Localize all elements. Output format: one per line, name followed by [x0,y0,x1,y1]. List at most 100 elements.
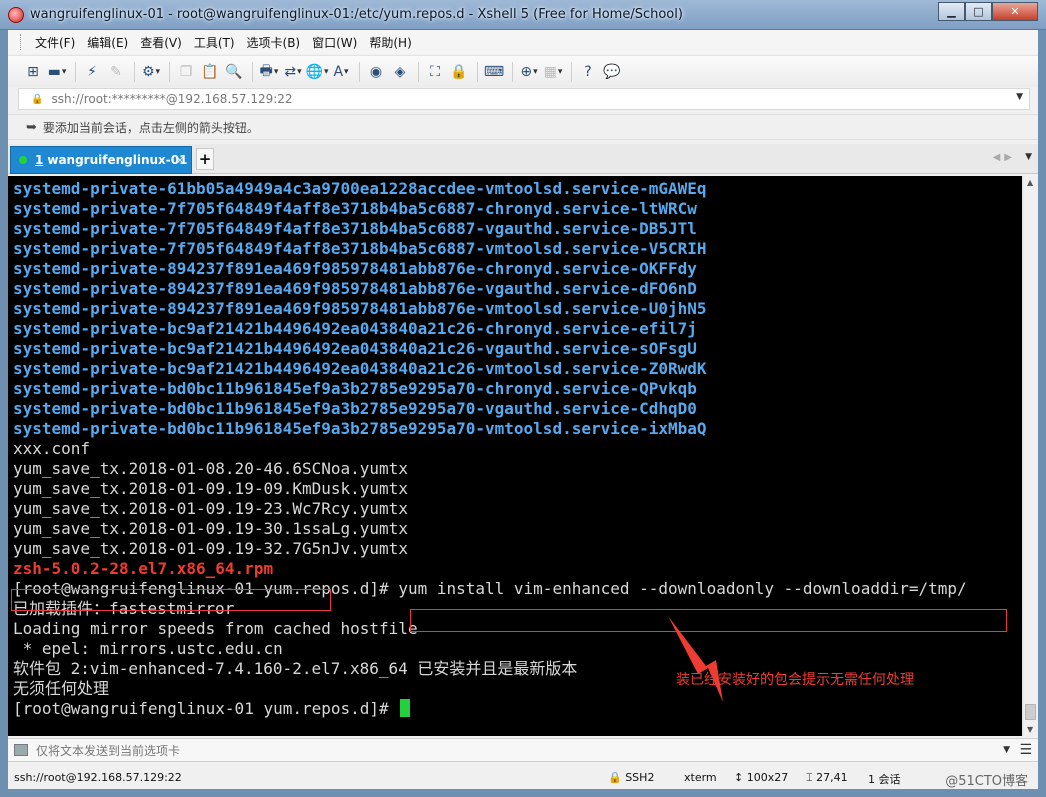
tab-close-icon[interactable]: × [175,153,185,167]
close-button[interactable]: ✕ [992,2,1038,21]
disconnect-icon[interactable]: ✎ [105,61,127,83]
rpm-highlight-box [11,589,331,611]
address-bar[interactable]: 🔒 ssh://root:*********@192.168.57.129:22… [18,88,1030,110]
terminal-line: systemd-private-bd0bc11b961845ef9a3b2785… [13,419,1022,439]
minimize-button[interactable]: ▁ [938,2,965,21]
terminal-line: systemd-private-7f705f64849f4aff8e3718b4… [13,219,1022,239]
globe-icon[interactable]: 🌐 [306,61,328,83]
scroll-up-icon[interactable]: ▲ [1027,178,1033,187]
terminal-line: yum_save_tx.2018-01-09.19-09.KmDusk.yumt… [13,479,1022,499]
menu-edit[interactable]: 编辑(E) [81,34,134,51]
terminal-line: systemd-private-bd0bc11b961845ef9a3b2785… [13,379,1022,399]
menu-view[interactable]: 查看(V) [134,34,188,51]
watermark: @51CTO博客 [945,774,1028,789]
status-cursor-position: ⌶ 27,41 [806,771,848,784]
terminal-line-text: systemd-private-bd0bc11b961845ef9a3b2785… [13,379,697,398]
app-client-area: 文件(F) 编辑(E) 查看(V) 工具(T) 选项卡(B) 窗口(W) 帮助(… [8,30,1038,789]
terminal-line: systemd-private-61bb05a4949a4c3a9700ea12… [13,179,1022,199]
xftp-icon[interactable]: ◈ [389,61,411,83]
open-folder-icon[interactable]: ▬ [46,61,68,83]
status-terminal-type: xterm [684,771,717,784]
toolbar-separator [571,61,572,82]
annotation-text: 装已经安装好的包会提示无需任何处理 [676,672,914,688]
add-tab-button[interactable]: + [196,148,214,170]
terminal-cursor [400,699,411,717]
font-icon[interactable]: A [330,61,352,83]
menu-help[interactable]: 帮助(H) [363,34,417,51]
address-dropdown-icon[interactable]: ▼ [1016,92,1023,102]
reconnect-icon[interactable]: ⚡ [81,61,103,83]
tab-number: 1 [35,153,44,167]
terminal-line-text: [root@wangruifenglinux-01 yum.repos.d]# [13,699,399,718]
terminal-line: systemd-private-bc9af21421b4496492ea0438… [13,359,1022,379]
maximize-button[interactable]: □ [965,2,992,21]
new-session-icon[interactable]: ⊞ [22,61,44,83]
transfer-icon[interactable]: ⇄ [282,61,304,83]
compose-bar[interactable]: 仅将文本发送到当前选项卡 ▼ ☰ [8,738,1038,762]
terminal-line-text: 无须任何处理 [13,679,110,698]
terminal-line: zsh-5.0.2-28.el7.x86_64.rpm [13,559,1022,579]
terminal-lines: systemd-private-61bb05a4949a4c3a9700ea12… [13,179,1022,719]
menu-tabs[interactable]: 选项卡(B) [241,34,307,51]
terminal-line: systemd-private-894237f891ea469f98597848… [13,279,1022,299]
compose-menu-icon[interactable]: ☰ [1019,742,1032,758]
toolbar-separator [75,61,76,82]
print-icon[interactable]: 🖶 [258,61,280,83]
terminal-line-text: systemd-private-894237f891ea469f98597848… [13,299,707,318]
add-session-arrow-icon[interactable]: ➥ [26,120,37,135]
connected-status-icon [19,156,27,164]
terminal-line-text: systemd-private-bc9af21421b4496492ea0438… [13,339,697,358]
properties-icon[interactable]: ⚙ [140,61,162,83]
menu-grip [20,34,23,50]
address-value[interactable]: ssh://root:*********@192.168.57.129:22 [51,92,292,106]
terminal-line-text: systemd-private-894237f891ea469f98597848… [13,259,697,278]
fullscreen-icon[interactable]: ⛶ [424,61,446,83]
tab-scroll-arrows-icon[interactable]: ◀▶ [993,152,1016,163]
scroll-thumb[interactable] [1025,704,1036,720]
tab-menu-dropdown-icon[interactable]: ▼ [1025,152,1032,162]
status-position-text: 27,41 [816,771,848,784]
toolbar: ⊞ ▬ ⚡ ✎ ⚙ ❐ 📋 🔍 🖶 ⇄ 🌐 A ◉ ◈ ⛶ 🔒 ⌨ ⊕ ▦ ? … [8,55,1038,87]
paste-icon[interactable]: 📋 [199,61,221,83]
terminal-line: systemd-private-894237f891ea469f98597848… [13,259,1022,279]
chat-icon[interactable]: 💬 [601,61,623,83]
keyboard-icon[interactable]: ⌨ [483,61,505,83]
toolbar-separator [512,61,513,82]
compose-input[interactable]: 仅将文本发送到当前选项卡 [36,742,180,759]
xshell-app-icon[interactable] [8,7,24,23]
session-hint-text: 要添加当前会话，点击左侧的箭头按钮。 [42,120,259,135]
status-connection: ssh://root@192.168.57.129:22 [14,771,182,784]
layout-icon[interactable]: ▦ [542,61,564,83]
status-size: ↕ 100x27 [734,771,789,784]
lock-icon[interactable]: 🔒 [448,61,470,83]
menu-window[interactable]: 窗口(W) [306,34,363,51]
script-icon[interactable]: ◉ [365,61,387,83]
compose-dropdown-icon[interactable]: ▼ [1003,745,1010,755]
terminal-line-text: systemd-private-7f705f64849f4aff8e3718b4… [13,239,707,258]
terminal-line-text: * epel: mirrors.ustc.edu.cn [13,639,283,658]
status-protocol-text: SSH2 [625,771,655,784]
new-tab-icon[interactable]: ⊕ [518,61,540,83]
terminal-line-text: systemd-private-bc9af21421b4496492ea0438… [13,319,697,338]
menu-tools[interactable]: 工具(T) [188,34,241,51]
terminal-line-text: systemd-private-bd0bc11b961845ef9a3b2785… [13,399,697,418]
compose-icon [14,744,28,756]
terminal-line-text: systemd-private-bd0bc11b961845ef9a3b2785… [13,419,707,438]
terminal-line-text: systemd-private-7f705f64849f4aff8e3718b4… [13,219,697,238]
status-sessions: 1 会话 [868,773,901,786]
terminal-line: yum_save_tx.2018-01-09.19-32.7G5nJv.yumt… [13,539,1022,559]
tab-label: wangruifenglinux-01 [47,153,188,167]
tab-session[interactable]: 1 wangruifenglinux-01 × [10,146,192,174]
terminal-line: systemd-private-bd0bc11b961845ef9a3b2785… [13,399,1022,419]
terminal-output[interactable]: systemd-private-61bb05a4949a4c3a9700ea12… [8,176,1022,736]
scroll-down-icon[interactable]: ▼ [1027,725,1033,734]
menu-file[interactable]: 文件(F) [29,34,81,51]
terminal-scrollbar[interactable]: ▲ ▼ [1022,176,1038,736]
find-icon[interactable]: 🔍 [223,61,245,83]
terminal-line-text: systemd-private-61bb05a4949a4c3a9700ea12… [13,179,707,198]
terminal-line-text: yum_save_tx.2018-01-09.19-09.KmDusk.yumt… [13,479,408,498]
terminal-line: systemd-private-bc9af21421b4496492ea0438… [13,339,1022,359]
copy-icon[interactable]: ❐ [175,61,197,83]
help-icon[interactable]: ? [577,61,599,83]
annotation-arrow-icon [668,616,723,702]
